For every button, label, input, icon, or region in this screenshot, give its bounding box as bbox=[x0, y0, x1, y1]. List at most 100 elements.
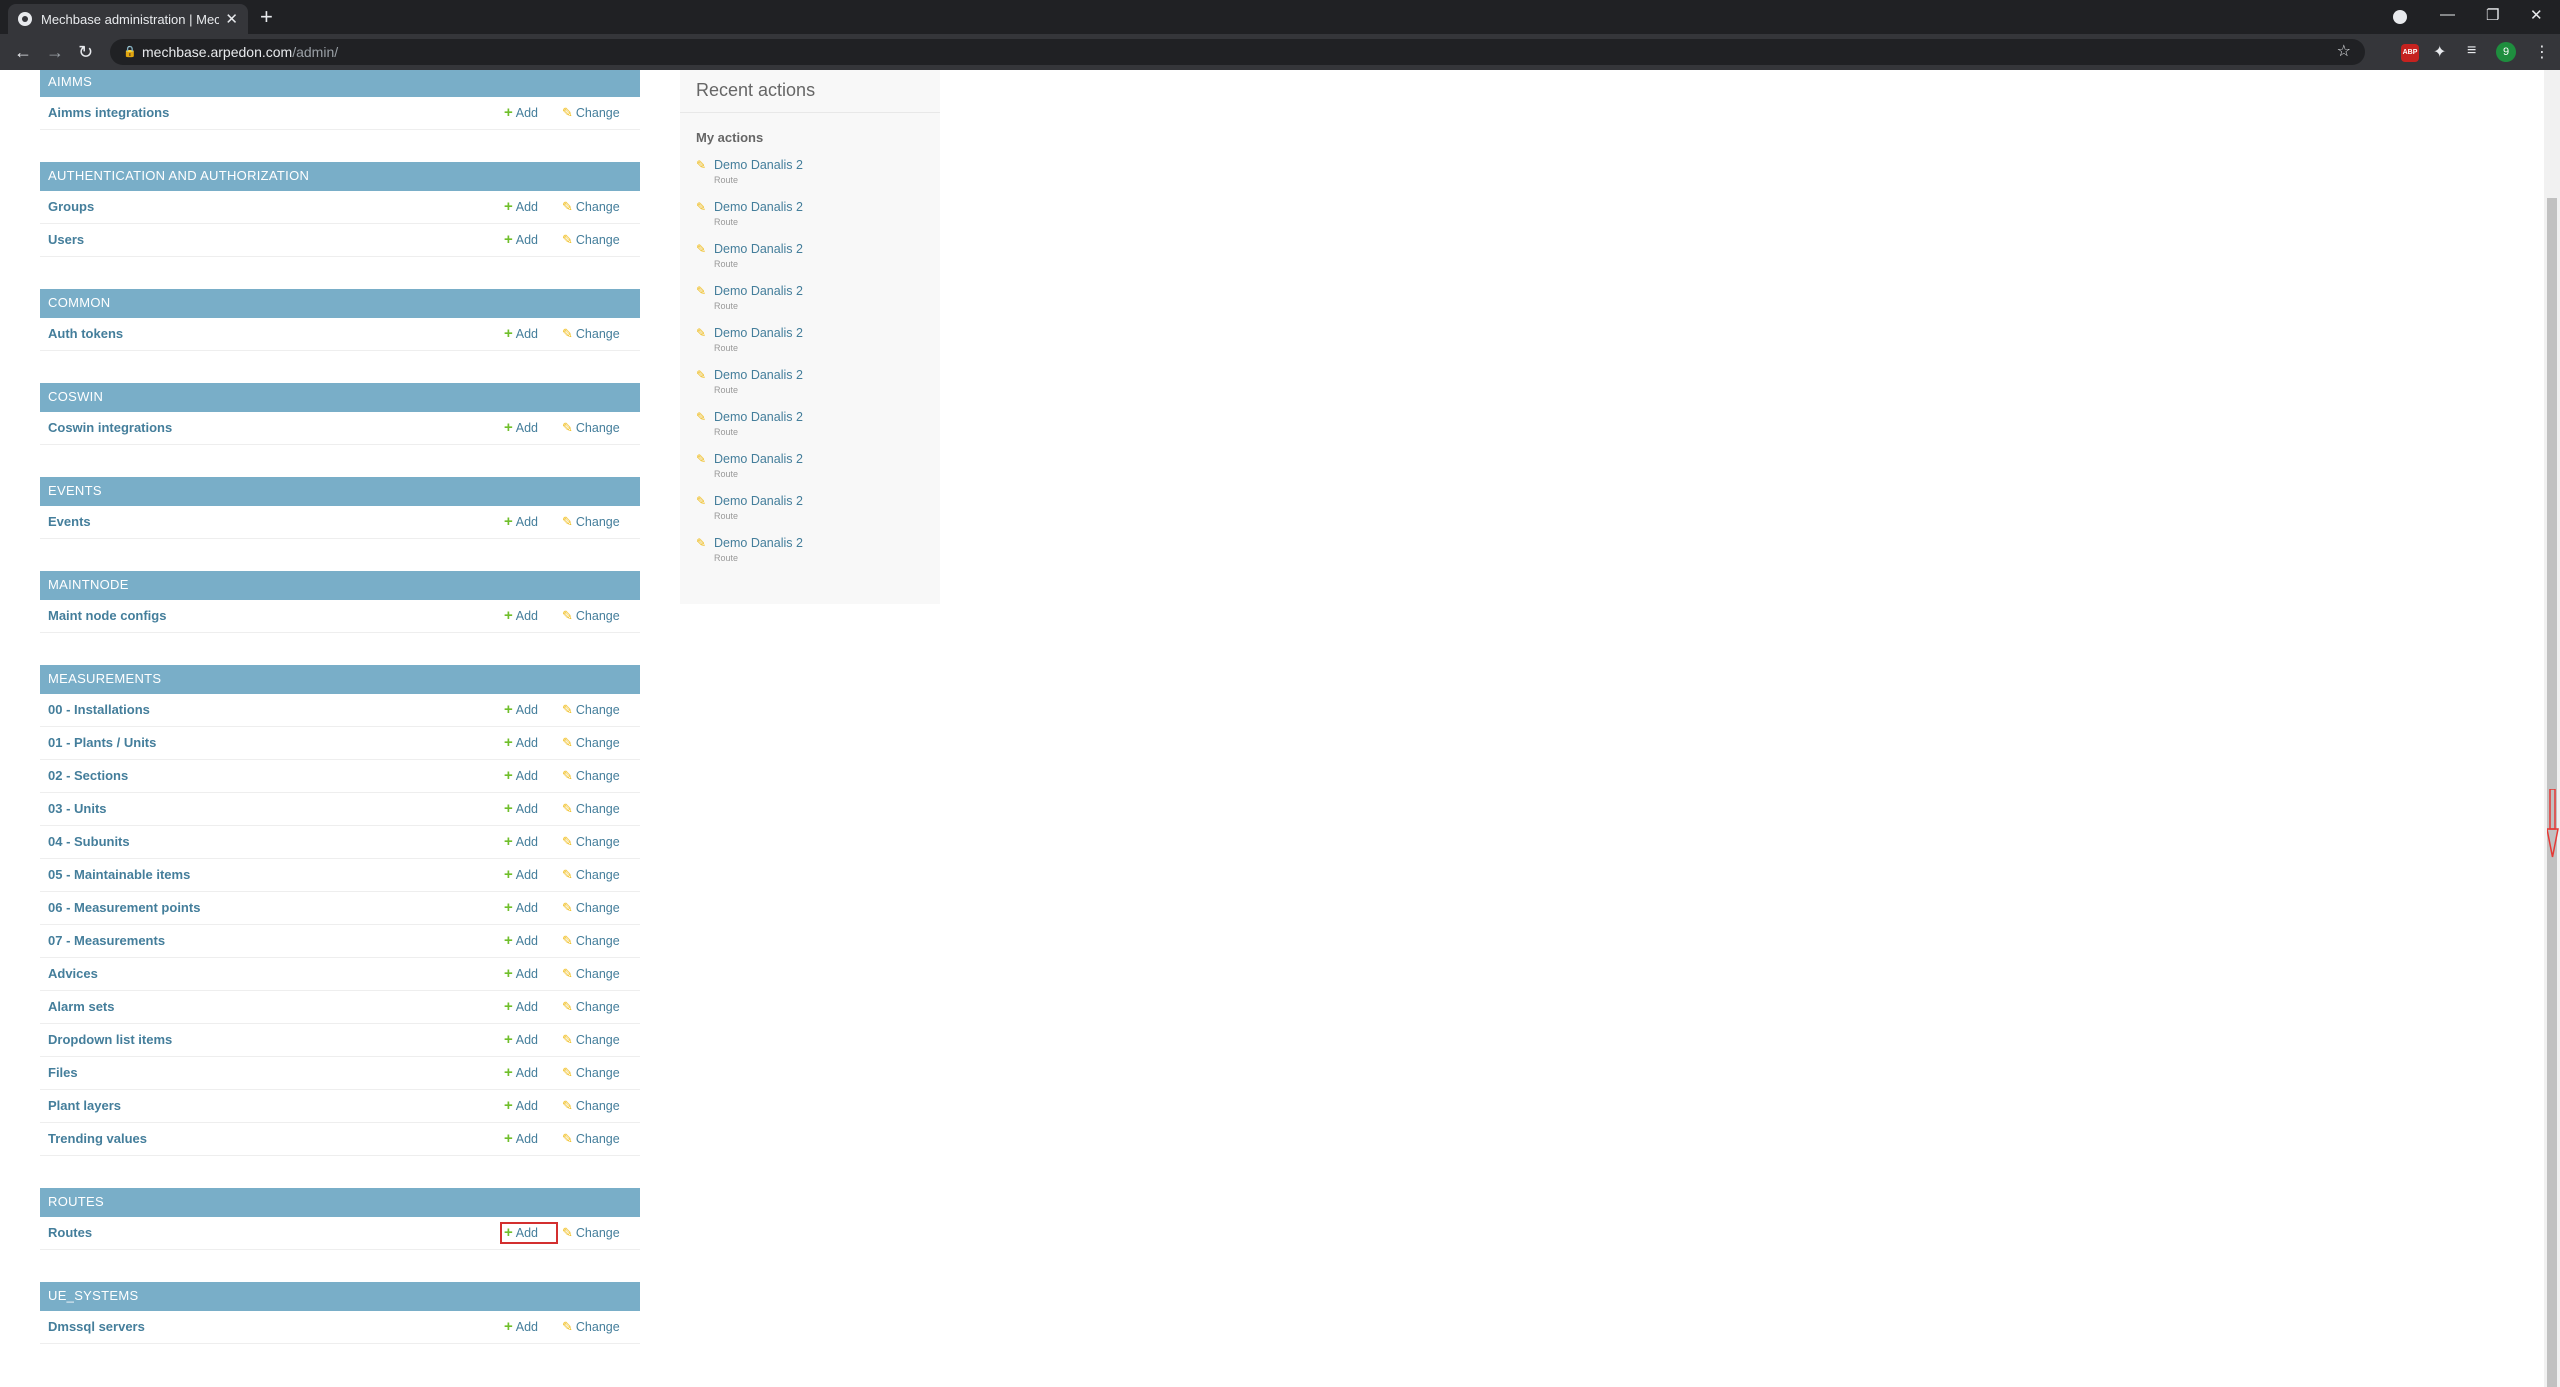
model-link[interactable]: Files bbox=[48, 1065, 78, 1080]
recent-action-link[interactable]: Demo Danalis 2 bbox=[714, 536, 803, 550]
change-button[interactable]: ✎ Change bbox=[562, 930, 620, 952]
forward-icon[interactable]: → bbox=[46, 40, 64, 64]
add-button[interactable]: + Add bbox=[500, 1316, 558, 1338]
module-caption[interactable]: AIMMS bbox=[40, 70, 640, 97]
add-button[interactable]: + Add bbox=[500, 1222, 558, 1244]
module-caption[interactable]: ROUTES bbox=[40, 1188, 640, 1217]
change-button[interactable]: ✎ Change bbox=[562, 897, 620, 919]
reload-icon[interactable]: ↻ bbox=[78, 40, 93, 64]
model-link[interactable]: Coswin integrations bbox=[48, 420, 172, 435]
change-button[interactable]: ✎ Change bbox=[562, 798, 620, 820]
model-link[interactable]: Trending values bbox=[48, 1131, 147, 1146]
recent-action-link[interactable]: Demo Danalis 2 bbox=[714, 494, 803, 508]
add-button[interactable]: + Add bbox=[500, 1128, 558, 1150]
add-button[interactable]: + Add bbox=[500, 930, 558, 952]
model-link[interactable]: Users bbox=[48, 232, 84, 247]
add-button[interactable]: + Add bbox=[500, 196, 558, 218]
model-link[interactable]: Dmssql servers bbox=[48, 1319, 145, 1334]
adblock-extension-icon[interactable]: ABP bbox=[2401, 44, 2419, 62]
minimize-icon[interactable]: — bbox=[2440, 6, 2455, 23]
change-button[interactable]: ✎ Change bbox=[562, 699, 620, 721]
model-link[interactable]: 00 - Installations bbox=[48, 702, 150, 717]
change-button[interactable]: ✎ Change bbox=[562, 1029, 620, 1051]
bookmark-star-icon[interactable]: ☆ bbox=[2337, 39, 2351, 65]
add-button[interactable]: + Add bbox=[500, 605, 558, 627]
change-button[interactable]: ✎ Change bbox=[562, 1062, 620, 1084]
model-link[interactable]: Auth tokens bbox=[48, 326, 123, 341]
recent-action-link[interactable]: Demo Danalis 2 bbox=[714, 242, 803, 256]
module-caption[interactable]: MAINTNODE bbox=[40, 571, 640, 600]
change-button[interactable]: ✎ Change bbox=[562, 1095, 620, 1117]
change-button[interactable]: ✎ Change bbox=[562, 417, 620, 439]
browser-menu-icon[interactable]: ⋮ bbox=[2534, 42, 2550, 62]
add-button[interactable]: + Add bbox=[500, 963, 558, 985]
add-button[interactable]: + Add bbox=[500, 1062, 558, 1084]
add-button[interactable]: + Add bbox=[500, 229, 558, 251]
recent-action-link[interactable]: Demo Danalis 2 bbox=[714, 284, 803, 298]
close-window-icon[interactable]: ✕ bbox=[2530, 6, 2543, 24]
model-link[interactable]: Groups bbox=[48, 199, 94, 214]
change-button[interactable]: ✎ Change bbox=[562, 765, 620, 787]
add-button[interactable]: + Add bbox=[500, 417, 558, 439]
add-button[interactable]: + Add bbox=[500, 511, 558, 533]
model-link[interactable]: 02 - Sections bbox=[48, 768, 128, 783]
recent-action-link[interactable]: Demo Danalis 2 bbox=[714, 452, 803, 466]
change-button[interactable]: ✎ Change bbox=[562, 963, 620, 985]
model-link[interactable]: Alarm sets bbox=[48, 999, 114, 1014]
model-link[interactable]: 06 - Measurement points bbox=[48, 900, 200, 915]
change-button[interactable]: ✎ Change bbox=[562, 831, 620, 853]
model-link[interactable]: Aimms integrations bbox=[48, 105, 169, 120]
change-button[interactable]: ✎ Change bbox=[562, 196, 620, 218]
extensions-puzzle-icon[interactable]: ✦ bbox=[2433, 42, 2446, 62]
add-button[interactable]: + Add bbox=[500, 765, 558, 787]
change-button[interactable]: ✎ Change bbox=[562, 511, 620, 533]
add-button[interactable]: + Add bbox=[500, 798, 558, 820]
recent-action-link[interactable]: Demo Danalis 2 bbox=[714, 368, 803, 382]
profile-avatar[interactable]: 9 bbox=[2496, 42, 2516, 62]
add-button[interactable]: + Add bbox=[500, 323, 558, 345]
change-button[interactable]: ✎ Change bbox=[562, 1316, 620, 1338]
module-caption[interactable]: EVENTS bbox=[40, 477, 640, 506]
add-button[interactable]: + Add bbox=[500, 732, 558, 754]
model-link[interactable]: Routes bbox=[48, 1225, 92, 1240]
add-button[interactable]: + Add bbox=[500, 996, 558, 1018]
change-button[interactable]: ✎ Change bbox=[562, 1128, 620, 1150]
change-button[interactable]: ✎ Change bbox=[562, 323, 620, 345]
model-link[interactable]: Advices bbox=[48, 966, 98, 981]
model-link[interactable]: Events bbox=[48, 514, 91, 529]
recent-action-link[interactable]: Demo Danalis 2 bbox=[714, 158, 803, 172]
browser-tab[interactable]: Mechbase administration | Mech ✕ bbox=[8, 4, 248, 34]
recent-action-link[interactable]: Demo Danalis 2 bbox=[714, 410, 803, 424]
model-link[interactable]: 07 - Measurements bbox=[48, 933, 165, 948]
change-button[interactable]: ✎ Change bbox=[562, 996, 620, 1018]
add-button[interactable]: + Add bbox=[500, 1095, 558, 1117]
change-button[interactable]: ✎ Change bbox=[562, 1222, 620, 1244]
page-scrollbar[interactable] bbox=[2544, 70, 2560, 1387]
module-caption[interactable]: UE_SYSTEMS bbox=[40, 1282, 640, 1311]
restore-icon[interactable]: ❐ bbox=[2486, 6, 2499, 24]
change-button[interactable]: ✎ Change bbox=[562, 732, 620, 754]
module-caption[interactable]: MEASUREMENTS bbox=[40, 665, 640, 694]
add-button[interactable]: + Add bbox=[500, 1029, 558, 1051]
module-caption[interactable]: COMMON bbox=[40, 289, 640, 318]
add-button[interactable]: + Add bbox=[500, 699, 558, 721]
new-tab-icon[interactable]: + bbox=[260, 6, 273, 28]
tab-close-icon[interactable]: ✕ bbox=[225, 10, 238, 28]
module-caption[interactable]: COSWIN bbox=[40, 383, 640, 412]
address-bar[interactable]: 🔒 mechbase.arpedon.com/admin/ ☆ bbox=[110, 39, 2365, 65]
model-link[interactable]: 01 - Plants / Units bbox=[48, 735, 156, 750]
change-button[interactable]: ✎ Change bbox=[562, 229, 620, 251]
recent-action-link[interactable]: Demo Danalis 2 bbox=[714, 326, 803, 340]
change-button[interactable]: ✎ Change bbox=[562, 102, 620, 124]
add-button[interactable]: + Add bbox=[500, 897, 558, 919]
model-link[interactable]: 04 - Subunits bbox=[48, 834, 130, 849]
model-link[interactable]: Maint node configs bbox=[48, 608, 166, 623]
back-icon[interactable]: ← bbox=[14, 40, 32, 64]
change-button[interactable]: ✎ Change bbox=[562, 864, 620, 886]
recent-action-link[interactable]: Demo Danalis 2 bbox=[714, 200, 803, 214]
tab-search-icon[interactable] bbox=[2393, 10, 2407, 24]
module-caption[interactable]: AUTHENTICATION AND AUTHORIZATION bbox=[40, 162, 640, 191]
media-control-icon[interactable]: ≡ bbox=[2467, 42, 2476, 60]
add-button[interactable]: + Add bbox=[500, 831, 558, 853]
model-link[interactable]: Dropdown list items bbox=[48, 1032, 172, 1047]
